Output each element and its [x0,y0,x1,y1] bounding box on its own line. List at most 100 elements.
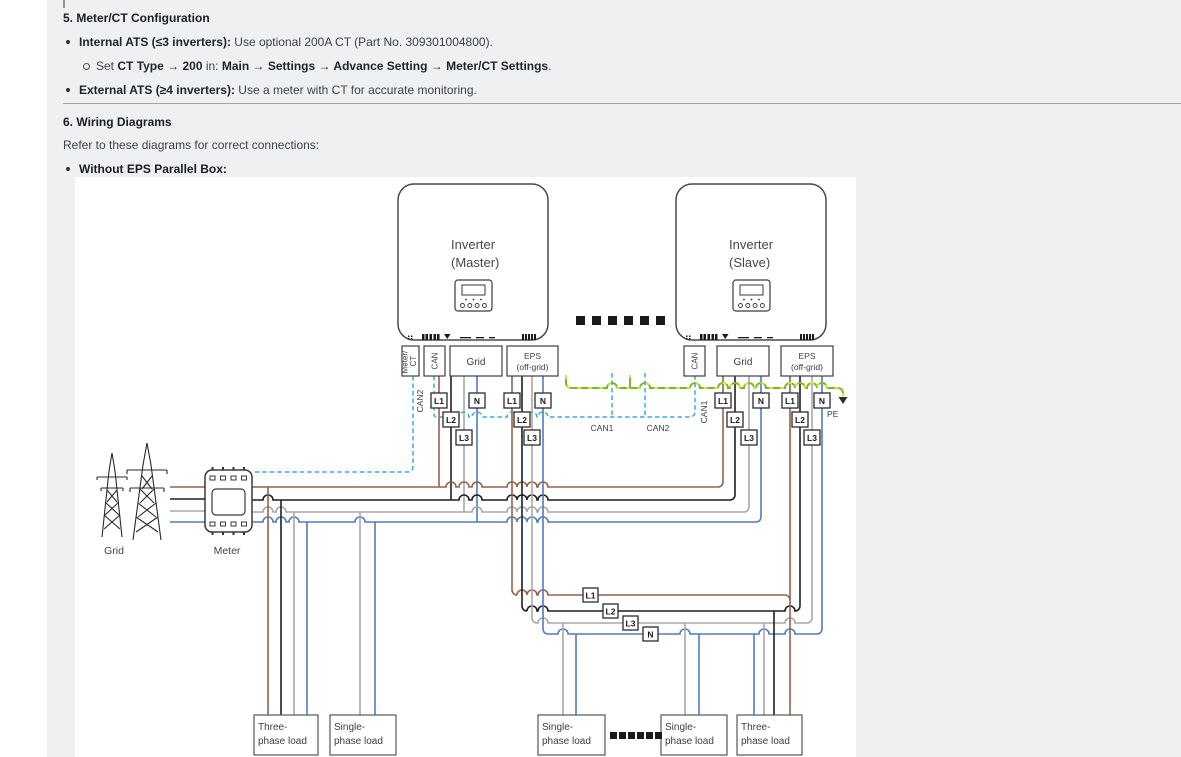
bus-label-l3: L3 [626,619,636,629]
grid-caption: Grid [104,545,124,557]
text-cursor-artifact [63,0,65,8]
wire-label-l3: L3 [744,433,754,443]
eps-terminal-label-2: (off-grid) [517,362,549,372]
wire-label-l1: L1 [718,396,728,406]
wiring-diagram: Inverter (Master) Inverter (Slave) [75,177,856,757]
inverter-slave-label-2: (Slave) [729,255,770,270]
bullet-marker [66,40,70,44]
bullet-external-ats-rest: Use a meter with CT for accurate monitor… [235,83,477,97]
load-label: Single- [665,722,696,733]
inverter-slave-box: Inverter (Slave) [676,184,826,340]
load-label: Three- [258,722,287,733]
bullet-external-ats-bold: External ATS (≥4 inverters): [79,83,235,97]
eps-bus-l2 [527,606,800,611]
grid-terminal-label: Grid [734,357,753,368]
load-label: phase load [542,736,591,747]
wire-label-l3: L3 [527,433,537,443]
bullet-internal-ats: Internal ATS (≤3 inverters): Use optiona… [79,35,493,49]
eps-terminal-label-2: (off-grid) [791,362,823,372]
section-divider [63,103,1181,104]
eps-terminal-label-1: EPS [798,351,815,361]
wire-label-l2: L2 [446,415,456,425]
grid-terminal-label: Grid [467,357,486,368]
grid-bus-bars [252,482,761,522]
bus-label-l2: L2 [606,607,616,617]
eps-load-drops [563,611,774,715]
can2-mid-label: CAN2 [647,423,670,433]
bus-label-n: N [647,630,653,640]
sub-mid: in: [203,59,222,73]
inverter-master-label-2: (Master) [451,255,499,270]
eps-terminal-label-1: EPS [524,351,541,361]
bullet-external-ats: External ATS (≥4 inverters): Use a meter… [79,83,477,97]
inverter-display-icon [455,280,492,311]
wire-label-l2: L2 [517,415,527,425]
can-meter-link [252,376,413,472]
pe-label: PE [827,409,839,419]
load-three-phase-2: Three- phase load [737,715,802,755]
inverter-master-box: Inverter (Master) [398,184,548,340]
load-label: Three- [741,722,770,733]
sub-post: . [548,59,551,73]
sub-bold1: CT Type → 200 [117,59,202,73]
sub-bold2: Main → Settings → Advance Setting → Mete… [222,59,548,73]
slave-terminals: CAN Grid EPS (off-grid) [684,346,833,376]
section5-heading: 5. Meter/CT Configuration [63,11,210,25]
wire-label-l1: L1 [507,396,517,406]
eps-bus-l1 [517,590,790,600]
eps-bus-bars [512,376,822,634]
section6-intro: Refer to these diagrams for correct conn… [63,138,319,152]
can-terminal-label: CAN [691,352,700,369]
wire-label-l1: L1 [785,396,795,406]
page-left-margin [0,0,47,757]
inverter-display-icon [733,280,770,311]
grid-bus-l1 [252,482,723,487]
load-single-phase-2: Single- phase load [538,715,605,755]
load-boxes: Three- phase load Single- phase load Sin… [254,715,802,755]
load-label: phase load [258,736,307,747]
grid-towers-icon [97,443,167,540]
bullet-internal-ats-bold: Internal ATS (≤3 inverters): [79,35,231,49]
meter-ct-terminal-label-2: CT [409,356,418,367]
load-label: phase load [741,736,790,747]
sub-bullet-ct-type: Set CT Type → 200 in: Main → Settings → … [96,59,551,73]
pe-wire [566,375,848,404]
wire-label-l2: L2 [795,415,805,425]
load-single-phase-1: Single- phase load [330,715,396,755]
bus-label-l1: L1 [586,591,596,601]
load-label: phase load [334,736,383,747]
grid-bus-n [252,517,761,522]
eps-bus-l3 [537,618,812,623]
can1-mid-label: CAN1 [591,423,614,433]
wire-label-l3: L3 [807,433,817,443]
wire-label-l2: L2 [730,415,740,425]
meter-caption: Meter [214,545,241,557]
section6-heading: 6. Wiring Diagrams [63,115,172,129]
sub-bullet-marker [83,63,90,70]
load-label: Single- [334,722,365,733]
document-page: 5. Meter/CT Configuration Internal ATS (… [0,0,1181,757]
inverter-master-label-1: Inverter [451,237,496,252]
meter-icon [205,467,252,535]
wire-label-l3: L3 [459,433,469,443]
bullet-internal-ats-rest: Use optional 200A CT (Part No. 309301004… [231,35,493,49]
bullet-without-eps: Without EPS Parallel Box: [79,162,227,176]
load-single-phase-3: Single- phase load [661,715,727,755]
wire-label-n: N [819,396,825,406]
wire-label-n: N [474,396,480,406]
sub-pre: Set [96,59,117,73]
grid-bus-l2 [252,495,735,500]
grid-bus-l3 [252,507,749,512]
master-terminals: Meter/ CT CAN Grid EPS (off-grid) [401,346,559,376]
bullet-marker [66,167,70,171]
inverter-slave-label-1: Inverter [729,237,774,252]
continuation-dots-loads [610,732,662,739]
meter-left-wires [170,487,205,522]
wire-label-l1: L1 [434,396,444,406]
can1-vertical-label: CAN1 [699,400,709,423]
load-label: Single- [542,722,573,733]
wire-label-n: N [540,396,546,406]
bullet-marker [66,88,70,92]
load-label: phase load [665,736,714,747]
pe-ground-icon [839,397,848,404]
